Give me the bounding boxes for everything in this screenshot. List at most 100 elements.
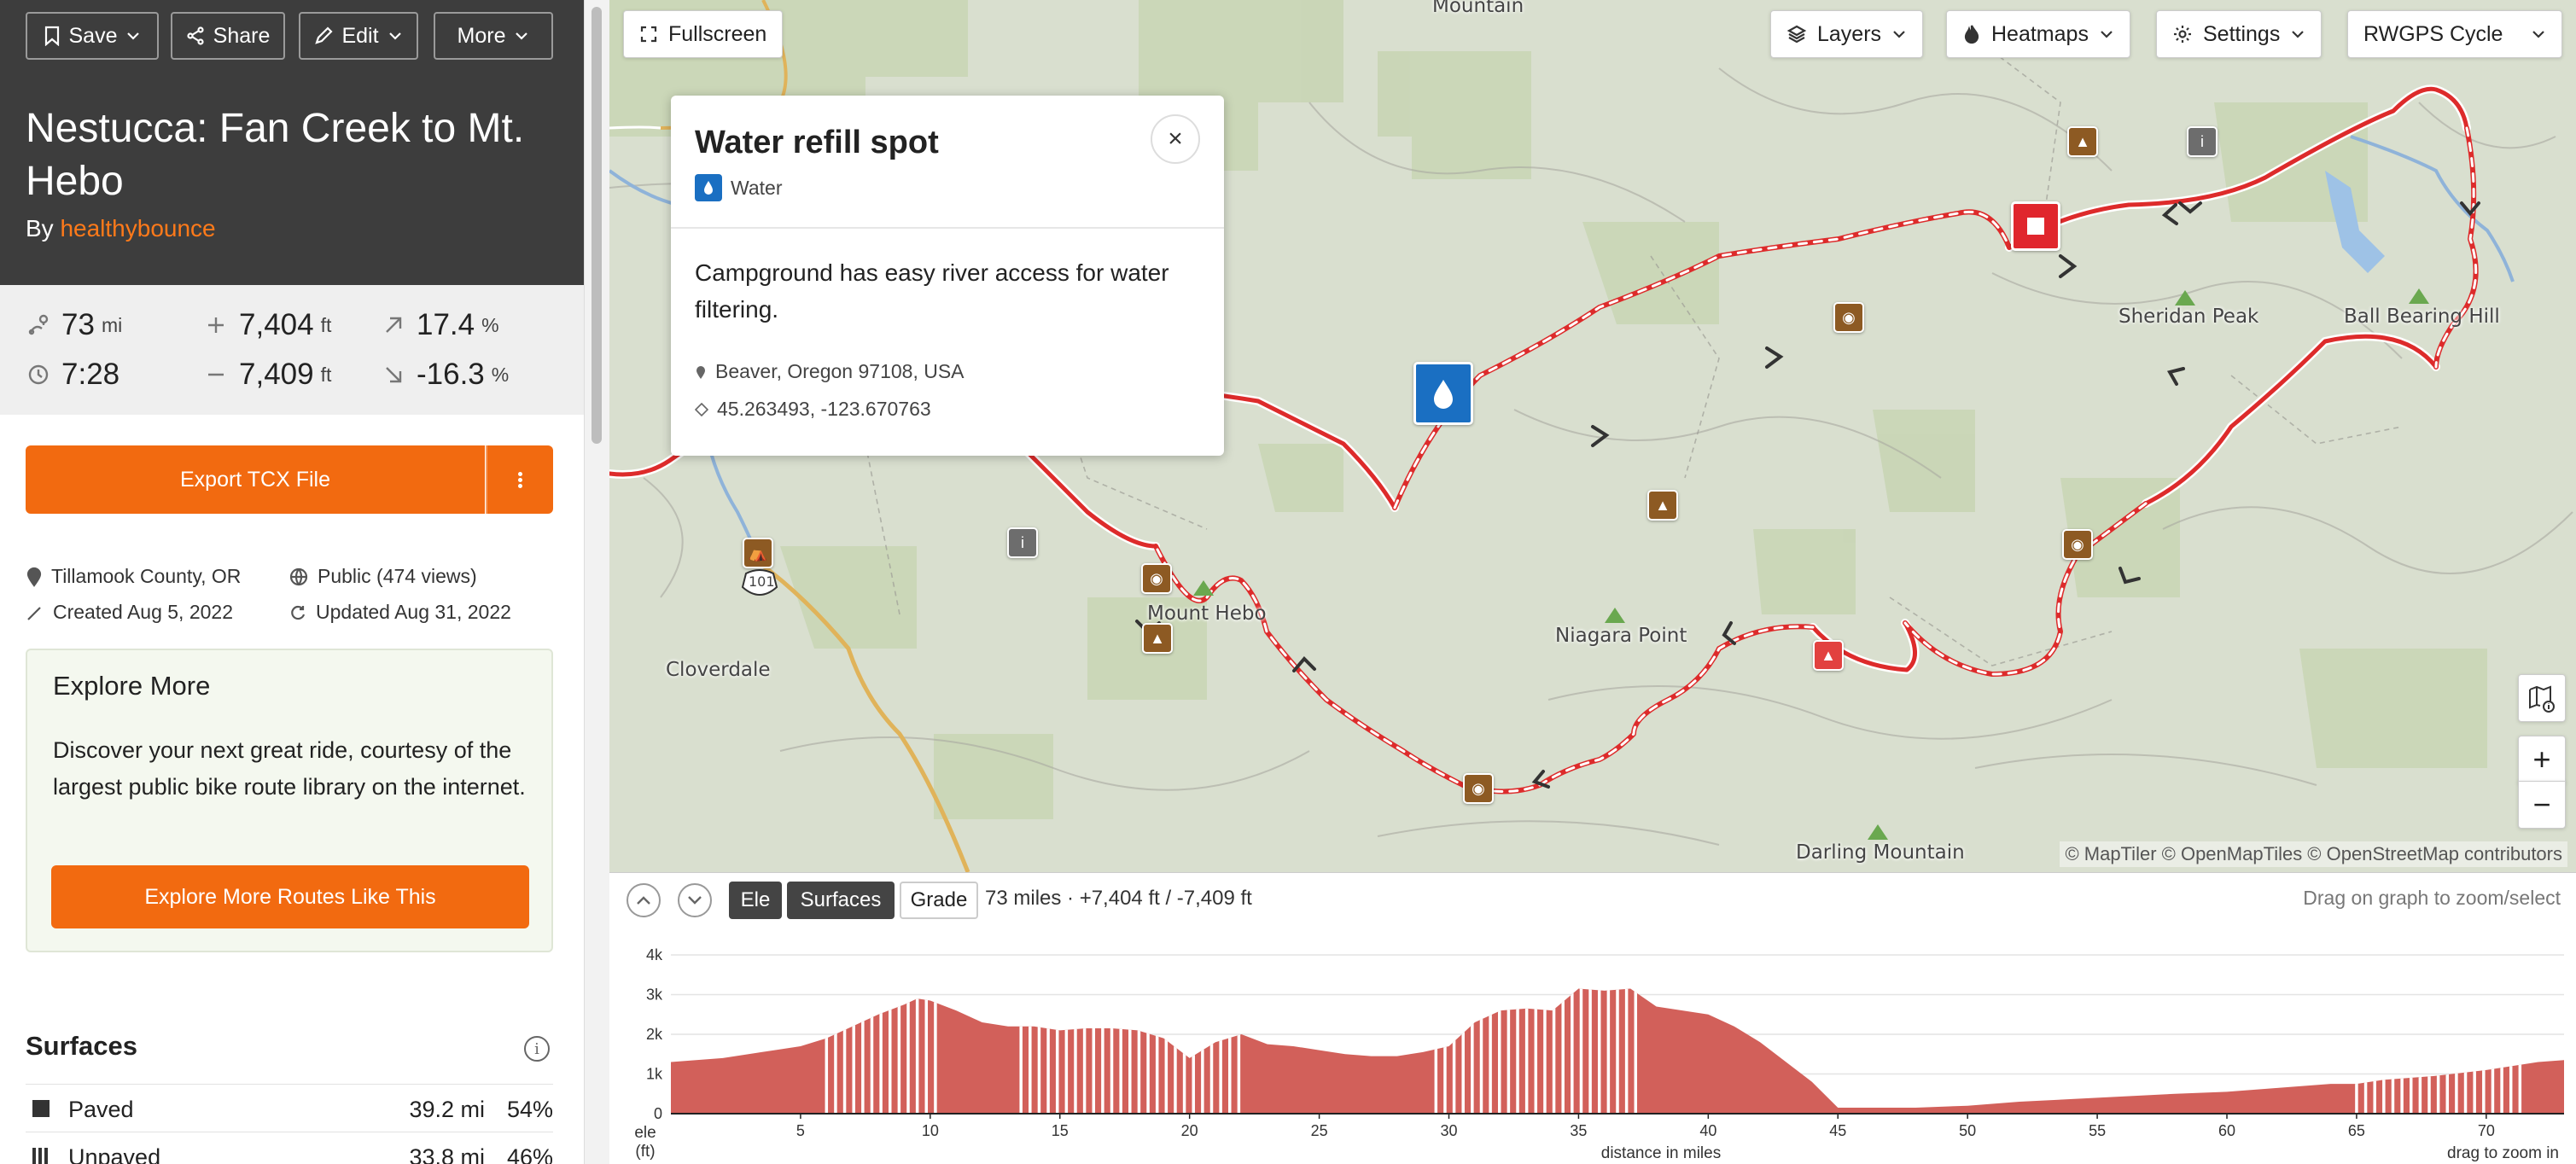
x-tick-label: 20 (1181, 1122, 1198, 1139)
ele-toggle[interactable]: Ele (729, 882, 782, 919)
layers-button[interactable]: Layers (1770, 10, 1924, 58)
grade-toggle[interactable]: Grade (900, 882, 978, 919)
y-axis-unit: (ft) (635, 1143, 655, 1161)
elevation-chart[interactable]: 0 1k 2k 3k 4k 5 10 15 20 25 30 35 40 45 50 55 60 65 70 el… (609, 924, 2576, 1164)
elevation-hint: Drag on graph to zoom/select (2303, 887, 2561, 909)
route-byline: By healthybounce (26, 215, 216, 242)
x-tick-label: 5 (796, 1122, 805, 1139)
popup-coordinates: 45.263493, -123.670763 (695, 398, 931, 421)
fullscreen-button[interactable]: Fullscreen (623, 10, 784, 58)
flame-icon (1964, 25, 1979, 44)
explore-more-button[interactable]: Explore More Routes Like This (51, 865, 529, 928)
export-tcx-button[interactable]: Export TCX File (26, 445, 485, 514)
expand-graph-button[interactable] (627, 883, 661, 917)
poi-campground[interactable]: ⛺ (743, 538, 773, 568)
poi-popup: Water refill spot Water × Campground has… (671, 96, 1224, 456)
poi-camera[interactable]: ◉ (1463, 773, 1494, 804)
popup-divider (671, 227, 1224, 229)
poi-info[interactable]: i (2187, 126, 2218, 157)
y-tick-label: 1k (646, 1066, 663, 1083)
surface-row: Unpaved 33.8 mi 46% (26, 1132, 553, 1164)
zoom-in-button[interactable]: + (2518, 736, 2566, 783)
map-attribution[interactable]: © MapTiler © OpenMapTiles © OpenStreetMa… (2060, 841, 2567, 867)
poi-info[interactable]: i (1007, 527, 1038, 558)
chevron-down-icon (127, 32, 140, 40)
heatmaps-button[interactable]: Heatmaps (1946, 10, 2130, 58)
x-tick-label: 65 (2348, 1122, 2365, 1139)
x-tick-label: 25 (1311, 1122, 1328, 1139)
export-options-button[interactable] (486, 445, 553, 514)
sidebar-scrollbar[interactable] (584, 0, 609, 1164)
stop-square-icon (2027, 218, 2044, 235)
map-label-ball-bearing-hill: Ball Bearing Hill (2344, 306, 2500, 328)
settings-button[interactable]: Settings (2156, 10, 2322, 58)
pencil-icon (315, 26, 334, 44)
poi-camping[interactable]: ▲ (1142, 623, 1173, 654)
y-tick-labels: 0 1k 2k 3k 4k (646, 946, 663, 1122)
route-map[interactable]: Mountain Sheridan Peak Ball Bearing Hill… (609, 0, 2576, 872)
layers-icon (1786, 25, 1807, 44)
stat-distance: 73 mi (26, 304, 122, 346)
poi-camping[interactable]: ▲ (1647, 490, 1678, 521)
globe-icon (289, 567, 308, 585)
x-axis-label: distance in miles (1601, 1144, 1721, 1162)
map-legend-button[interactable] (2518, 674, 2566, 722)
pencil-icon (27, 606, 41, 620)
map-label-sheridan-peak: Sheridan Peak (2118, 306, 2259, 328)
info-icon[interactable]: i (524, 1036, 550, 1062)
map-pin-icon (26, 567, 42, 587)
explore-text: Discover your next great ride, courtesy … (53, 737, 526, 800)
stat-max-grade: 17.4 % (381, 304, 499, 346)
water-drop-icon (695, 174, 722, 201)
route-end-marker[interactable] (2011, 201, 2060, 251)
poi-camera[interactable]: ◉ (2062, 529, 2093, 560)
y-tick-label: 4k (646, 946, 663, 963)
y-tick-label: 0 (654, 1105, 662, 1122)
chevron-down-icon (2101, 31, 2113, 38)
map-style-select[interactable]: RWGPS Cycle (2347, 10, 2562, 58)
poi-camera[interactable]: ◉ (1141, 563, 1172, 594)
y-tick-label: 2k (646, 1026, 663, 1043)
x-tick-label: 50 (1959, 1122, 1976, 1139)
unpaved-swatch (32, 1148, 50, 1164)
surfaces-title: Surfaces (26, 1031, 137, 1061)
author-link[interactable]: healthybounce (60, 215, 215, 242)
coordinates-icon (695, 402, 708, 416)
explore-more-card: Explore More Discover your next great ri… (26, 649, 553, 952)
stat-duration: 7:28 (26, 353, 119, 396)
map-label-niagara-point: Niagara Point (1555, 625, 1687, 647)
share-button[interactable]: Share (171, 12, 285, 60)
arrow-down-right-icon (381, 362, 406, 387)
collapse-graph-button[interactable] (678, 883, 712, 917)
water-marker-selected[interactable] (1413, 362, 1473, 425)
explore-title: Explore More (53, 671, 211, 701)
map-pin-icon (696, 365, 705, 379)
save-button[interactable]: Save (26, 12, 159, 60)
chevron-down-icon (2532, 31, 2544, 38)
elevation-panel: Ele Surfaces Grade 73 miles · +7,404 ft … (609, 872, 2576, 1164)
surfaces-toggle[interactable]: Surfaces (787, 882, 895, 919)
poi-warning[interactable]: ▲ (1813, 640, 1844, 671)
popup-address: Beaver, Oregon 97108, USA (695, 360, 965, 383)
highway-101-label: 101 (749, 573, 775, 590)
edit-button[interactable]: Edit (299, 12, 418, 60)
poi-camera[interactable]: ◉ (1833, 302, 1864, 333)
fullscreen-icon (640, 26, 657, 43)
close-popup-button[interactable]: × (1151, 114, 1200, 164)
x-tick-label: 45 (1829, 1122, 1846, 1139)
clock-icon (26, 362, 51, 387)
route-title: Nestucca: Fan Creek to Mt. Hebo (26, 106, 525, 204)
zoom-out-button[interactable]: − (2518, 781, 2566, 829)
chevron-down-icon (1893, 31, 1905, 38)
more-button[interactable]: More (434, 12, 553, 60)
popup-description: Campground has easy river access for wat… (695, 259, 1169, 323)
meta-location: Tillamook County, OR (26, 565, 241, 588)
y-axis-label: ele (634, 1124, 656, 1142)
x-tick-label: 40 (1699, 1122, 1716, 1139)
map-label-cloverdale: Cloverdale (666, 659, 771, 681)
sidebar-scrollbar-thumb[interactable] (592, 7, 602, 444)
poi-camping[interactable]: ▲ (2067, 126, 2098, 157)
stat-min-grade: -16.3 % (381, 353, 509, 396)
plus-icon (203, 312, 229, 338)
refresh-icon (291, 605, 306, 620)
